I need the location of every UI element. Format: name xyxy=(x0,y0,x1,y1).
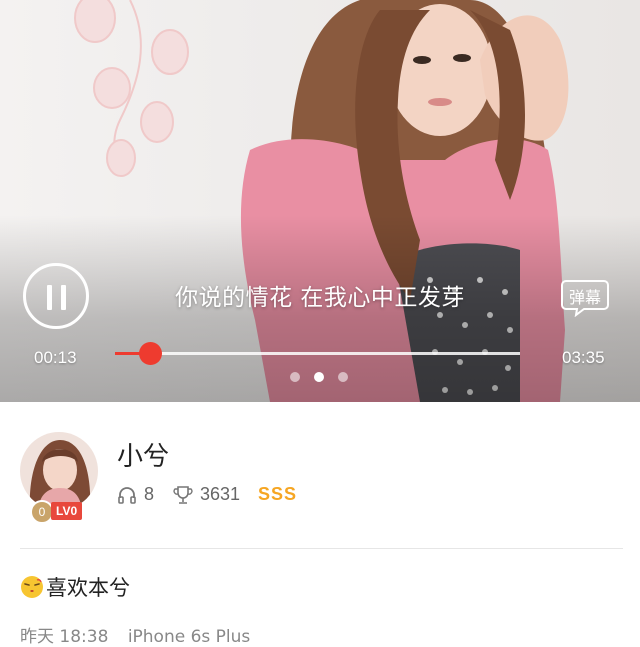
trophy-icon xyxy=(173,485,193,510)
avatar-image xyxy=(20,432,98,510)
page-dot[interactable] xyxy=(290,372,300,382)
divider xyxy=(20,548,623,549)
post-card: 0 LV0 小兮 8 3631 SSS 喜欢本兮 昨天 18:38 iPhone… xyxy=(0,402,640,647)
player-hero: 你说的情花 在我心中正发芽 弹幕 00:13 03:35 xyxy=(0,0,640,402)
pause-icon-bar xyxy=(61,285,66,310)
danmu-button[interactable]: 弹幕 xyxy=(560,279,610,318)
progress-knob[interactable] xyxy=(138,342,162,365)
username[interactable]: 小兮 xyxy=(117,436,169,473)
page-dot[interactable] xyxy=(338,372,348,382)
flower-decoration xyxy=(74,0,189,177)
page-indicator xyxy=(288,372,352,384)
avatar[interactable] xyxy=(20,432,98,510)
progress-slider[interactable] xyxy=(115,342,520,365)
post-text: 喜欢本兮 xyxy=(20,572,130,604)
post-device: iPhone 6s Plus xyxy=(127,627,251,647)
pause-button[interactable] xyxy=(23,263,89,329)
current-lyric: 你说的情花 在我心中正发芽 xyxy=(175,285,465,311)
rank-badge: SSS xyxy=(258,484,298,504)
post-meta: 昨天 18:38 iPhone 6s Plus xyxy=(20,622,264,647)
status-text: 喜欢本兮 xyxy=(46,576,130,600)
listen-count: 8 xyxy=(144,484,155,504)
duration-time: 03:35 xyxy=(562,348,605,367)
page-dot[interactable] xyxy=(314,372,324,382)
headphones-icon xyxy=(117,485,137,510)
current-time: 00:13 xyxy=(34,348,77,367)
kiss-face-icon xyxy=(20,575,44,604)
pause-icon xyxy=(47,285,52,310)
post-time: 昨天 18:38 xyxy=(20,627,109,647)
level-badge: LV0 xyxy=(51,502,83,520)
danmu-label: 弹幕 xyxy=(568,288,601,307)
trophy-count: 3631 xyxy=(200,484,241,504)
